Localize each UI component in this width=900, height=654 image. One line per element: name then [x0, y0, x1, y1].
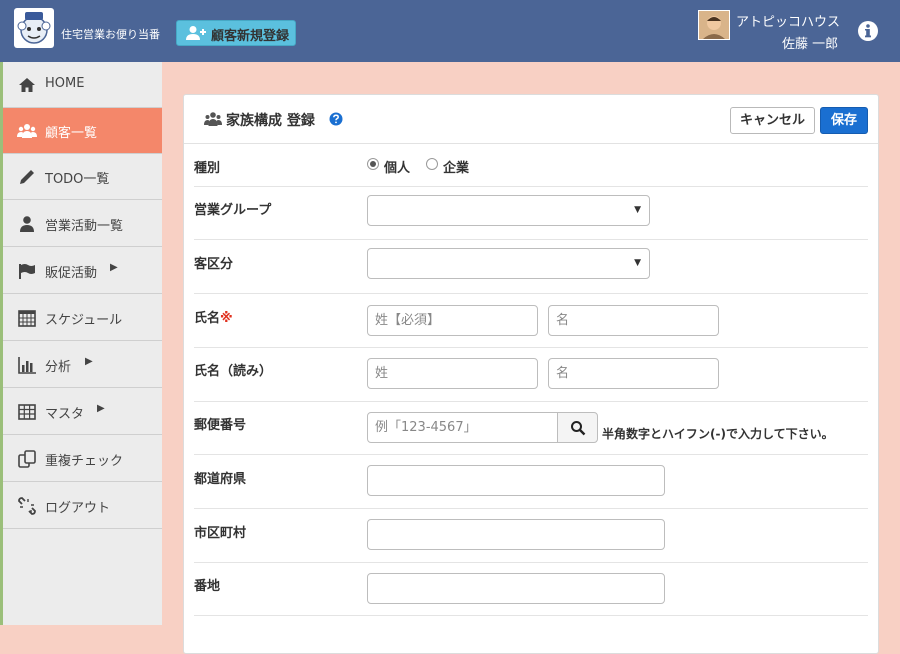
row-divider: [194, 401, 868, 402]
sidebar-item-duplicate-check[interactable]: 重複チェック: [3, 436, 162, 482]
panel-header: 家族構成 登録 キャンセル 保存: [184, 95, 878, 144]
app-title: 住宅営業お便り当番: [61, 28, 160, 41]
last-name-kana-input[interactable]: [367, 358, 538, 389]
caret-down-icon: ▼: [634, 258, 641, 268]
sidebar-item-promotion[interactable]: 販促活動 ▶: [3, 248, 162, 294]
row-divider: [194, 508, 868, 509]
customer-category-select[interactable]: ▼: [367, 248, 650, 279]
type-label: 種別: [194, 161, 221, 176]
new-customer-button[interactable]: 顧客新規登録: [176, 20, 296, 46]
sidebar-item-label: 営業活動一覧: [45, 219, 124, 234]
address-label: 番地: [194, 579, 221, 594]
sidebar-item-home[interactable]: HOME: [3, 62, 162, 108]
sidebar-item-label: ログアウト: [45, 501, 111, 516]
sidebar-item-label: TODO一覧: [45, 172, 110, 187]
page-title: 家族構成 登録: [226, 113, 315, 129]
search-icon: [570, 420, 586, 440]
unlink-icon: [17, 496, 37, 516]
calendar-icon: [17, 308, 37, 328]
prefecture-input[interactable]: [367, 465, 665, 496]
postal-code-input[interactable]: [367, 412, 558, 443]
save-button[interactable]: 保存: [820, 107, 868, 134]
help-icon[interactable]: [329, 112, 343, 130]
name-kana-label: 氏名（読み）: [194, 364, 273, 379]
type-radio-individual-label: 個人: [384, 161, 411, 176]
sidebar-item-label: 販促活動: [45, 266, 98, 281]
form-panel: 家族構成 登録 キャンセル 保存 種別 個人 企業 営業グループ ▼ 客区分 ▼…: [183, 94, 879, 654]
sidebar-item-label: 分析: [45, 360, 72, 375]
add-user-icon: [186, 25, 206, 45]
pencil-icon: [17, 167, 37, 187]
cancel-button[interactable]: キャンセル: [730, 107, 815, 134]
table-icon: [17, 402, 37, 422]
home-icon: [17, 75, 37, 95]
name-label-text: 氏名: [194, 311, 221, 326]
chevron-right-icon: ▶: [97, 403, 105, 414]
users-icon: [17, 121, 37, 141]
duplicate-icon: [17, 449, 37, 469]
row-divider: [194, 615, 868, 616]
sidebar-item-customer-list[interactable]: 顧客一覧: [3, 108, 162, 154]
sidebar-item-analysis[interactable]: 分析 ▶: [3, 342, 162, 388]
required-mark: ※: [220, 311, 233, 326]
sidebar-item-label: 顧客一覧: [45, 126, 98, 141]
postal-search-button[interactable]: [557, 412, 598, 443]
chevron-right-icon: ▶: [85, 356, 93, 367]
sidebar-item-schedule[interactable]: スケジュール: [3, 295, 162, 341]
first-name-kana-input[interactable]: [548, 358, 719, 389]
first-name-input[interactable]: [548, 305, 719, 336]
type-radio-individual[interactable]: [367, 158, 379, 170]
sidebar-item-label: HOME: [45, 76, 85, 91]
sidebar: HOME 顧客一覧 TODO一覧 営業活動一覧 販促活動 ▶ スケジュール 分析…: [0, 62, 162, 625]
row-divider: [194, 562, 868, 563]
new-customer-label: 顧客新規登録: [211, 29, 290, 44]
row-divider: [194, 186, 868, 187]
postal-code-label: 郵便番号: [194, 418, 247, 433]
name-label: 氏名※: [194, 307, 233, 326]
sidebar-item-master[interactable]: マスタ ▶: [3, 389, 162, 435]
sidebar-item-todo[interactable]: TODO一覧: [3, 154, 162, 200]
last-name-input[interactable]: [367, 305, 538, 336]
user-avatar[interactable]: [698, 10, 730, 40]
company-name: アトピッコハウス: [736, 15, 841, 30]
sidebar-item-logout[interactable]: ログアウト: [3, 483, 162, 529]
row-divider: [194, 293, 868, 294]
sidebar-item-label: マスタ: [45, 407, 85, 422]
users-icon: [204, 111, 222, 131]
user-name: 佐藤 一郎: [782, 37, 839, 52]
sales-group-select[interactable]: ▼: [367, 195, 650, 226]
row-divider: [194, 347, 868, 348]
app-logo[interactable]: [14, 8, 54, 48]
sales-group-label: 営業グループ: [194, 203, 272, 218]
sidebar-item-label: 重複チェック: [45, 454, 124, 469]
city-input[interactable]: [367, 519, 665, 550]
top-header: 住宅営業お便り当番 顧客新規登録 アトピッコハウス 佐藤 一郎: [0, 0, 900, 62]
info-icon[interactable]: [857, 20, 879, 42]
customer-category-label: 客区分: [194, 257, 234, 272]
chevron-right-icon: ▶: [110, 262, 118, 273]
row-divider: [194, 454, 868, 455]
bar-chart-icon: [17, 355, 37, 375]
caret-down-icon: ▼: [634, 205, 641, 215]
type-radio-company[interactable]: [426, 158, 438, 170]
user-icon: [17, 214, 37, 234]
row-divider: [194, 239, 868, 240]
sidebar-item-label: スケジュール: [45, 313, 123, 328]
postal-code-hint: 半角数字とハイフン(-)で入力して下さい。: [602, 427, 834, 441]
city-label: 市区町村: [194, 526, 247, 541]
prefecture-label: 都道府県: [194, 472, 247, 487]
type-radio-company-label: 企業: [443, 161, 470, 176]
address-input[interactable]: [367, 573, 665, 604]
sidebar-item-sales-activity[interactable]: 営業活動一覧: [3, 201, 162, 247]
flag-icon: [17, 261, 37, 281]
